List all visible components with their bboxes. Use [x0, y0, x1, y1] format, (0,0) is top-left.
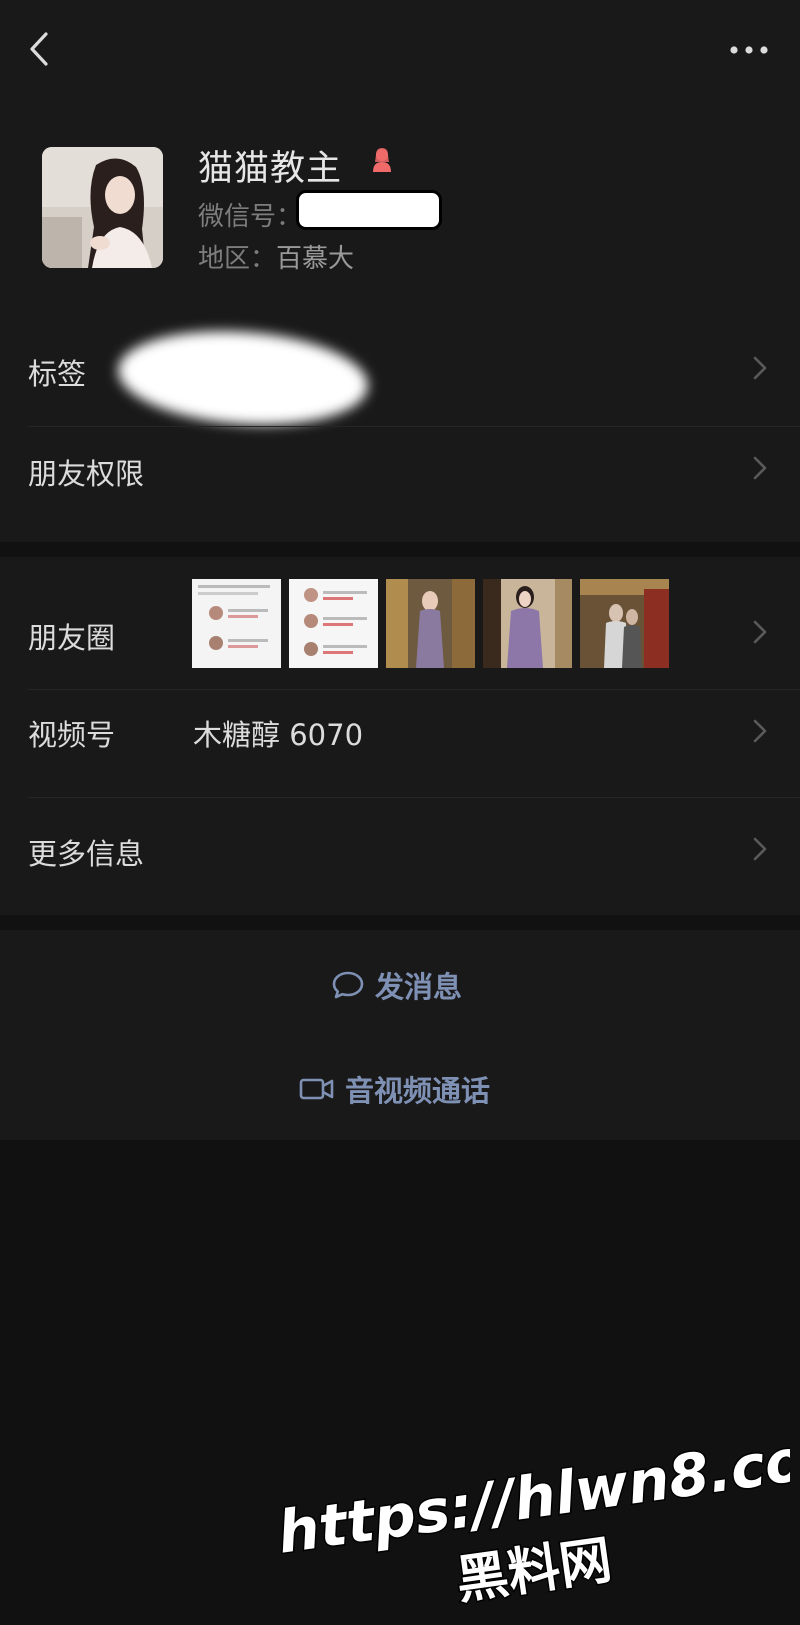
more-info-label: 更多信息	[28, 837, 145, 871]
video-call-button[interactable]: 音视频通话	[0, 1039, 800, 1139]
moments-thumbnail	[289, 579, 378, 668]
moments-thumbnail	[386, 579, 475, 668]
channels-row[interactable]: 视频号 木糖醇 6070	[0, 689, 800, 797]
avatar[interactable]	[42, 147, 163, 268]
more-info-row[interactable]: 更多信息	[0, 797, 800, 915]
chevron-right-icon	[753, 456, 767, 480]
channels-label: 视频号	[28, 718, 116, 752]
settings-section: 标签 朋友权限	[0, 310, 800, 542]
moments-label: 朋友圈	[28, 621, 116, 655]
chevron-right-icon	[753, 719, 767, 743]
region-label: 地区：	[198, 244, 277, 274]
video-call-label: 音视频通话	[345, 1074, 491, 1108]
actions-section: 发消息 音视频通话	[0, 930, 800, 1140]
permissions-row[interactable]: 朋友权限	[0, 426, 800, 542]
chevron-right-icon	[753, 620, 767, 644]
nickname: 猫猫教主	[198, 149, 343, 189]
svg-text:黑料网: 黑料网	[453, 1530, 616, 1611]
tags-label: 标签	[28, 357, 87, 391]
chat-bubble-icon	[332, 971, 364, 999]
video-camera-icon	[299, 1078, 334, 1100]
profile-header: 猫猫教主 微信号： 地区：百慕大	[0, 110, 800, 310]
region-value: 百慕大	[276, 244, 355, 274]
chevron-right-icon	[753, 837, 767, 861]
moments-thumbnail	[483, 579, 572, 668]
wechat-id-label: 微信号：	[198, 202, 303, 232]
watermark-logo: https://hlwn8.com 黑料网	[272, 1438, 790, 1613]
chevron-right-icon	[753, 356, 767, 380]
moments-thumbnail	[192, 579, 281, 668]
tags-row[interactable]: 标签	[0, 310, 800, 433]
permissions-label: 朋友权限	[28, 457, 145, 491]
back-button[interactable]	[22, 28, 62, 72]
top-bar	[0, 0, 800, 110]
moments-thumbnail	[580, 579, 669, 668]
send-message-label: 发消息	[375, 970, 463, 1004]
send-message-button[interactable]: 发消息	[0, 935, 800, 1035]
more-options-button[interactable]	[726, 30, 772, 70]
chevron-left-icon	[30, 32, 48, 66]
moments-row[interactable]: 朋友圈	[0, 557, 800, 689]
tags-redaction	[115, 323, 371, 433]
female-icon	[373, 148, 391, 172]
info-section: 朋友圈 视频号 木糖醇 6070 更多信息	[0, 557, 800, 915]
channels-value: 木糖醇 6070	[193, 718, 364, 752]
wechat-id-redaction	[296, 190, 442, 230]
ellipsis-icon	[730, 46, 768, 54]
region-row: 地区：百慕大	[198, 238, 354, 275]
